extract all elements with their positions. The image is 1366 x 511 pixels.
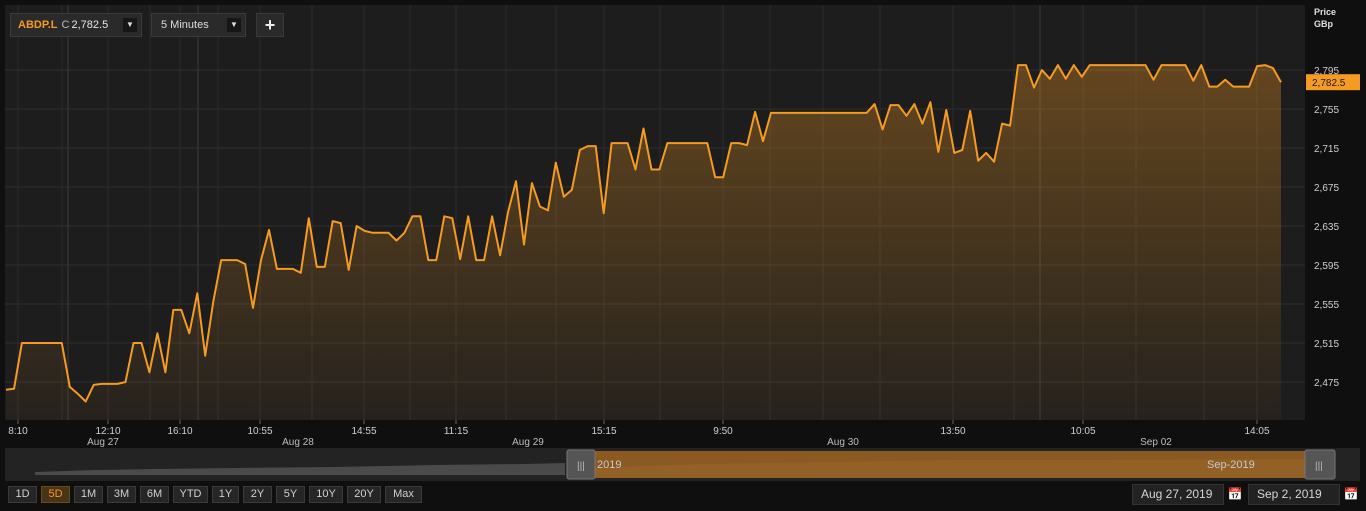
series-area: [6, 65, 1281, 420]
x-tick-label: 13:50: [940, 426, 965, 437]
last-price-label: 2,782.5: [1312, 78, 1346, 89]
interval-selector[interactable]: 5 Minutes ▼: [151, 13, 246, 37]
navigator-right-label: Sep-2019: [1207, 459, 1255, 471]
y-tick-label: 2,595: [1314, 261, 1339, 272]
symbol-selector[interactable]: ABDP.L C 2,782.5 ▼: [10, 13, 142, 37]
range-button-20y[interactable]: 20Y: [347, 486, 381, 503]
symbol-price: 2,782.5: [71, 19, 109, 31]
x-day-label: Aug 29: [512, 437, 544, 448]
x-tick-label: 10:05: [1070, 426, 1095, 437]
x-tick-label: 11:15: [444, 426, 469, 437]
x-tick-label: 8:10: [8, 426, 28, 437]
range-button-6m[interactable]: 6M: [140, 486, 169, 503]
range-button-1y[interactable]: 1Y: [212, 486, 239, 503]
plus-icon: +: [264, 14, 276, 35]
chart-window: 2,475 2,515 2,555 2,595 2,635 2,675 2,715 2,755…: [0, 0, 1366, 511]
x-day-label: Aug 28: [282, 437, 314, 448]
symbol-ticker: ABDP.L: [18, 19, 58, 31]
calendar-icon[interactable]: 📅: [1227, 486, 1243, 502]
calendar-icon[interactable]: 📅: [1343, 486, 1359, 502]
y-tick-label: 2,635: [1314, 222, 1339, 233]
range-button-5d[interactable]: 5D: [41, 486, 70, 503]
start-date-field[interactable]: Aug 27, 2019: [1132, 484, 1224, 505]
price-axis-title: Price: [1314, 7, 1337, 17]
navigator-mini-chart: [35, 463, 565, 475]
x-tick-label: 10:55: [247, 426, 272, 437]
close-prefix: C: [61, 19, 70, 31]
interval-label: 5 Minutes: [161, 19, 209, 31]
x-day-label: Sep 02: [1140, 437, 1172, 448]
range-button-max[interactable]: Max: [385, 486, 422, 503]
end-date-field[interactable]: Sep 2, 2019: [1248, 484, 1340, 505]
x-tick-label: 16:10: [167, 426, 192, 437]
range-button-3m[interactable]: 3M: [107, 486, 136, 503]
x-day-label: Aug 30: [827, 437, 859, 448]
y-tick-label: 2,515: [1314, 339, 1339, 350]
add-series-button[interactable]: +: [256, 13, 284, 37]
range-button-5y[interactable]: 5Y: [276, 486, 305, 503]
range-button-ytd[interactable]: YTD: [173, 486, 208, 503]
navigator-left-label: 2019: [597, 459, 621, 471]
y-tick-label: 2,675: [1314, 183, 1339, 194]
x-tick-label: 14:55: [351, 426, 376, 437]
x-tick-label: 15:15: [591, 426, 616, 437]
y-tick-label: 2,755: [1314, 105, 1339, 116]
x-day-label: Aug 27: [87, 437, 119, 448]
x-tick-label: 12:10: [95, 426, 120, 437]
y-tick-label: 2,475: [1314, 378, 1339, 389]
x-tick-label: 9:50: [713, 426, 733, 437]
chevron-down-icon[interactable]: ▼: [123, 18, 137, 32]
svg-text:|||: |||: [577, 461, 585, 472]
price-axis-header: Price GBp: [1314, 6, 1336, 30]
range-button-10y[interactable]: 10Y: [309, 486, 343, 503]
y-tick-label: 2,715: [1314, 144, 1339, 155]
range-button-2y[interactable]: 2Y: [243, 486, 272, 503]
price-chart: 2,475 2,515 2,555 2,595 2,635 2,675 2,715 2,755…: [5, 5, 1360, 448]
range-button-1m[interactable]: 1M: [74, 486, 103, 503]
range-navigator[interactable]: ||| ||| 2019 Sep-2019: [5, 448, 1360, 481]
y-tick-label: 2,555: [1314, 300, 1339, 311]
svg-text:|||: |||: [1315, 461, 1323, 472]
chevron-down-icon[interactable]: ▼: [227, 18, 241, 32]
x-tick-label: 14:05: [1244, 426, 1269, 437]
price-axis-unit: GBp: [1314, 19, 1333, 29]
range-button-1d[interactable]: 1D: [8, 486, 37, 503]
